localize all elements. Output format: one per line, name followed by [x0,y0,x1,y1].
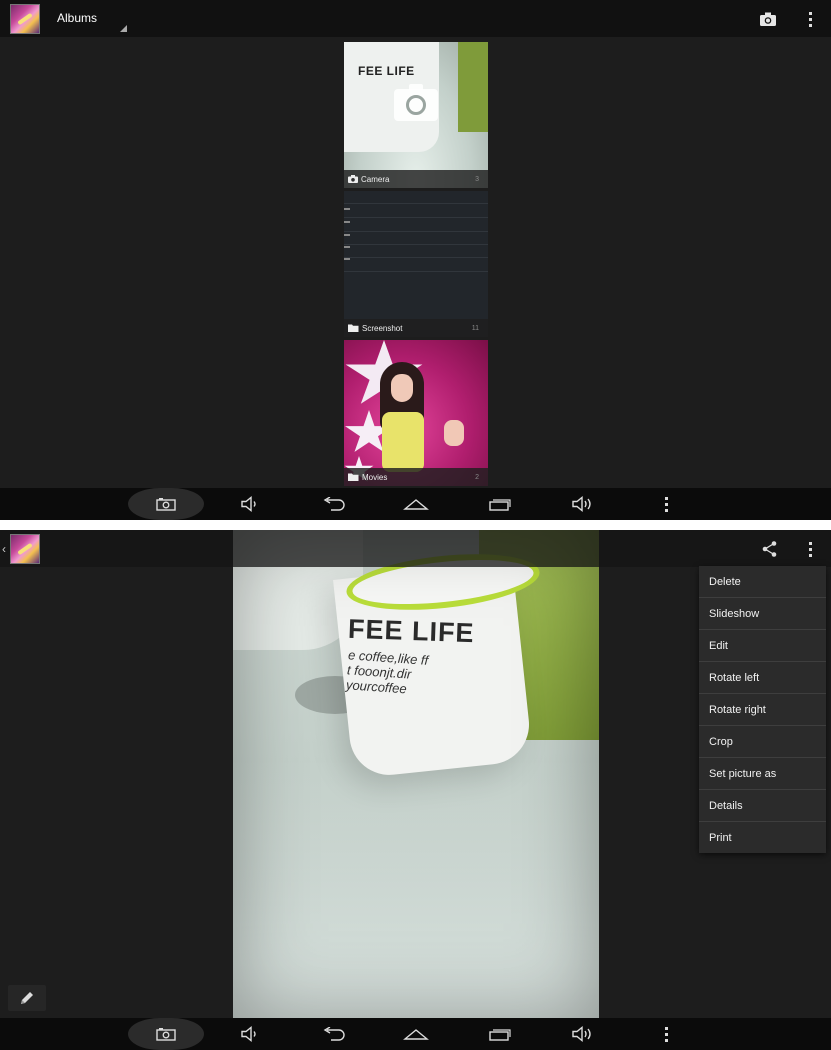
menu-item-print[interactable]: Print [699,822,826,853]
pencil-icon [21,992,33,1004]
menu-icon[interactable] [650,488,682,520]
menu-item-set-picture-as[interactable]: Set picture as [699,758,826,790]
spinner-indicator-icon [120,25,127,32]
album-label-bar: Movies 2 [344,468,488,486]
camera-overlay-icon [394,84,438,121]
overflow-menu: Delete Slideshow Edit Rotate left Rotate… [699,566,826,853]
thumbnail-mug-text: FEE LIFE [358,64,415,78]
action-bar: ‹ [0,530,831,567]
albums-spinner-label[interactable]: Albums [57,11,97,25]
menu-icon[interactable] [650,1018,682,1050]
volume-up-icon[interactable] [566,1018,598,1050]
album-count: 3 [475,175,479,183]
overflow-menu-icon[interactable] [799,538,821,560]
menu-item-rotate-left[interactable]: Rotate left [699,662,826,694]
album-count: 2 [475,473,479,481]
screenshot-icon[interactable] [150,488,182,520]
menu-item-slideshow[interactable]: Slideshow [699,598,826,630]
folder-icon [348,473,359,481]
volume-down-icon[interactable] [234,1018,266,1050]
home-icon[interactable] [400,488,432,520]
album-screenshot[interactable]: Screenshot 11 [344,191,488,337]
camera-icon[interactable] [757,8,779,30]
menu-item-crop[interactable]: Crop [699,726,826,758]
volume-up-icon[interactable] [566,488,598,520]
album-label-bar: Screenshot 11 [344,319,488,337]
recent-apps-icon[interactable] [484,1018,516,1050]
album-thumbnail: FEE LIFE [344,42,488,188]
volume-down-icon[interactable] [234,488,266,520]
menu-item-rotate-right[interactable]: Rotate right [699,694,826,726]
album-movies[interactable]: Movies 2 [344,340,488,486]
home-icon[interactable] [400,1018,432,1050]
photo-view[interactable]: FEE LIFE e coffee,like ff t fooonjt.dir … [233,530,599,1019]
camera-icon [348,175,358,183]
menu-item-details[interactable]: Details [699,790,826,822]
album-name: Movies [362,472,388,482]
up-caret-icon[interactable]: ‹ [2,542,6,556]
album-thumbnail [344,191,488,337]
album-camera[interactable]: FEE LIFE Camera 3 [344,42,488,188]
edit-button[interactable] [8,985,46,1011]
recent-apps-icon[interactable] [484,488,516,520]
overflow-menu-icon[interactable] [799,8,821,30]
navigation-bar [0,488,831,520]
photo-screen: FEE LIFE e coffee,like ff t fooonjt.dir … [0,530,831,1050]
action-bar: Albums [0,0,831,37]
folder-icon [348,324,359,332]
screenshot-icon[interactable] [150,1018,182,1050]
album-name: Camera [361,174,390,184]
album-name: Screenshot [362,323,403,333]
album-thumbnail [344,340,488,486]
album-label-bar: Camera 3 [344,170,488,188]
share-icon[interactable] [759,538,781,560]
menu-item-delete[interactable]: Delete [699,566,826,598]
back-icon[interactable] [318,488,350,520]
albums-screen: Albums FEE LIFE Camera 3 Screenshot 11 M… [0,0,831,520]
gallery-app-icon[interactable] [10,4,40,34]
navigation-bar [0,1018,831,1050]
menu-item-edit[interactable]: Edit [699,630,826,662]
gallery-app-icon[interactable] [10,534,40,564]
album-count: 11 [471,324,479,332]
back-icon[interactable] [318,1018,350,1050]
